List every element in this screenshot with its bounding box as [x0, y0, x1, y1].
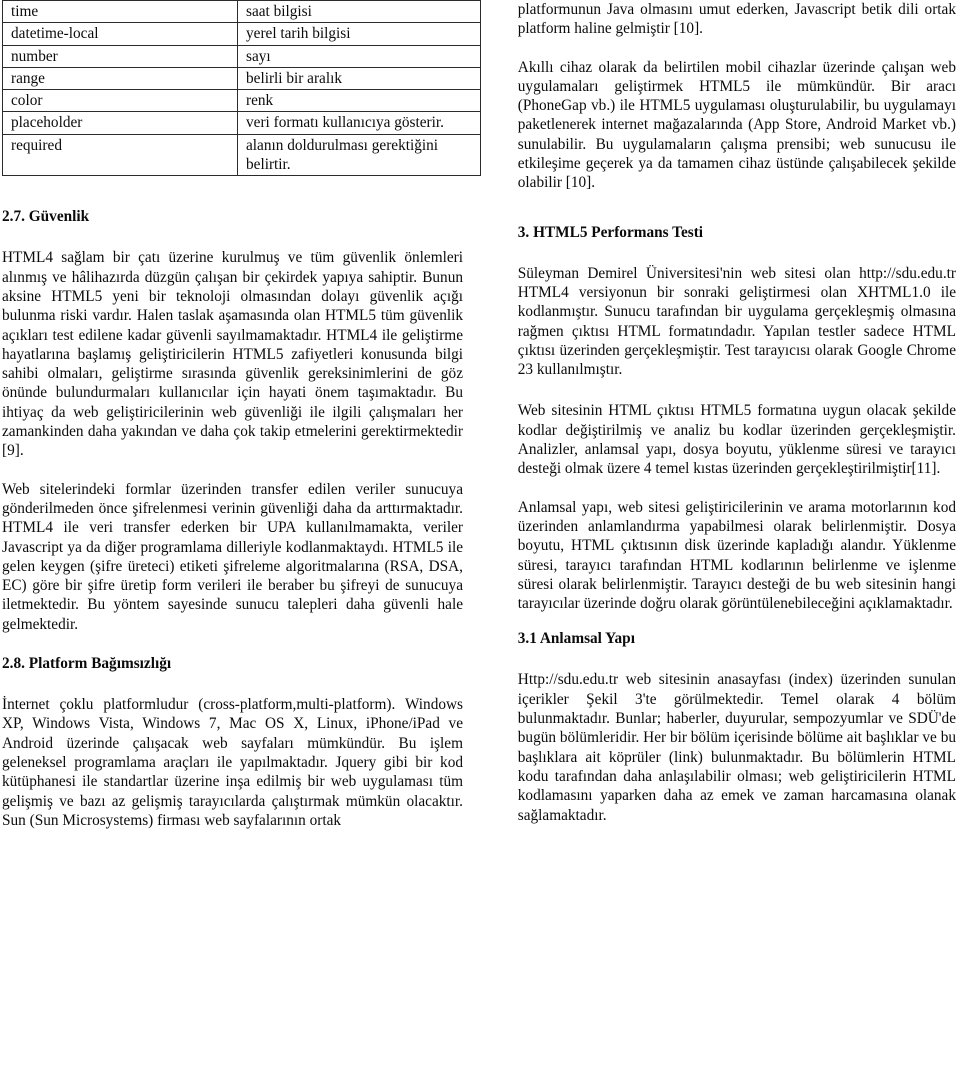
table-cell-attribute: placeholder	[2, 111, 238, 135]
table-cell-description: yerel tarih bilgisi	[237, 22, 481, 46]
table-cell-attribute: color	[2, 89, 238, 113]
table-cell-description: alanın doldurulması gerektiğini belirtir…	[237, 133, 481, 177]
paragraph-guvenlik-2: Web sitelerindeki formlar üzerinden tran…	[2, 480, 463, 633]
table-row: required alanın doldurulması gerektiğini…	[2, 133, 481, 177]
table-cell-description: belirli bir aralık	[237, 66, 481, 91]
section-heading-3: 3. HTML5 Performans Testi	[517, 223, 704, 241]
table-cell-attribute: time	[2, 0, 238, 24]
table-cell-description: veri formatı kullanıcıya gösterir.	[237, 111, 481, 135]
table-cell-description: sayı	[237, 44, 481, 68]
paragraph-test-1: Süleyman Demirel Üniversitesi'nin web si…	[517, 264, 956, 379]
table-row: range belirli bir aralık	[2, 66, 481, 91]
paragraph-platform-1: İnternet çoklu platformludur (cross-plat…	[2, 696, 463, 829]
table-row: number sayı	[2, 44, 481, 68]
table-row: datetime-local yerel tarih bilgisi	[2, 22, 481, 46]
html5-input-attributes-table: time saat bilgisi datetime-local yerel t…	[2, 0, 481, 177]
left-column: time saat bilgisi datetime-local yerel t…	[2, 0, 481, 1092]
paragraph-guvenlik-1: HTML4 sağlam bir çatı üzerine kurulmuş v…	[2, 249, 463, 460]
table-cell-description: saat bilgisi	[237, 0, 481, 24]
paragraph-test-2: Web sitesinin HTML çıktısı HTML5 formatı…	[517, 402, 956, 478]
paragraph-platform-continued: platformunun Java olmasını umut ederken,…	[517, 1, 956, 38]
table-cell-attribute: range	[2, 66, 238, 91]
table-row: placeholder veri formatı kullanıcıya gös…	[2, 111, 481, 135]
table-cell-description: renk	[237, 89, 481, 113]
table-row: color renk	[2, 89, 481, 113]
table-row: time saat bilgisi	[2, 0, 481, 24]
table-cell-attribute: number	[2, 44, 238, 68]
paragraph-akilli-cihaz: Akıllı cihaz olarak da belirtilen mobil …	[517, 58, 956, 192]
right-column: platformunun Java olmasını umut ederken,…	[518, 0, 956, 1092]
section-heading-2-7: 2.7. Güvenlik	[2, 208, 90, 226]
document-page: time saat bilgisi datetime-local yerel t…	[0, 0, 960, 1092]
two-column-layout: time saat bilgisi datetime-local yerel t…	[0, 0, 960, 1092]
table-cell-attribute: datetime-local	[2, 22, 238, 46]
section-heading-2-8: 2.8. Platform Bağımsızlığı	[2, 655, 172, 673]
section-heading-3-1: 3.1 Anlamsal Yapı	[517, 630, 635, 648]
column-gutter	[463, 0, 518, 1092]
paragraph-test-3: Anlamsal yapı, web sitesi geliştiriciler…	[517, 498, 956, 613]
table-cell-attribute: required	[2, 133, 238, 177]
paragraph-anlamsal-yapi: Http://sdu.edu.tr web sitesinin anasayfa…	[517, 671, 956, 824]
